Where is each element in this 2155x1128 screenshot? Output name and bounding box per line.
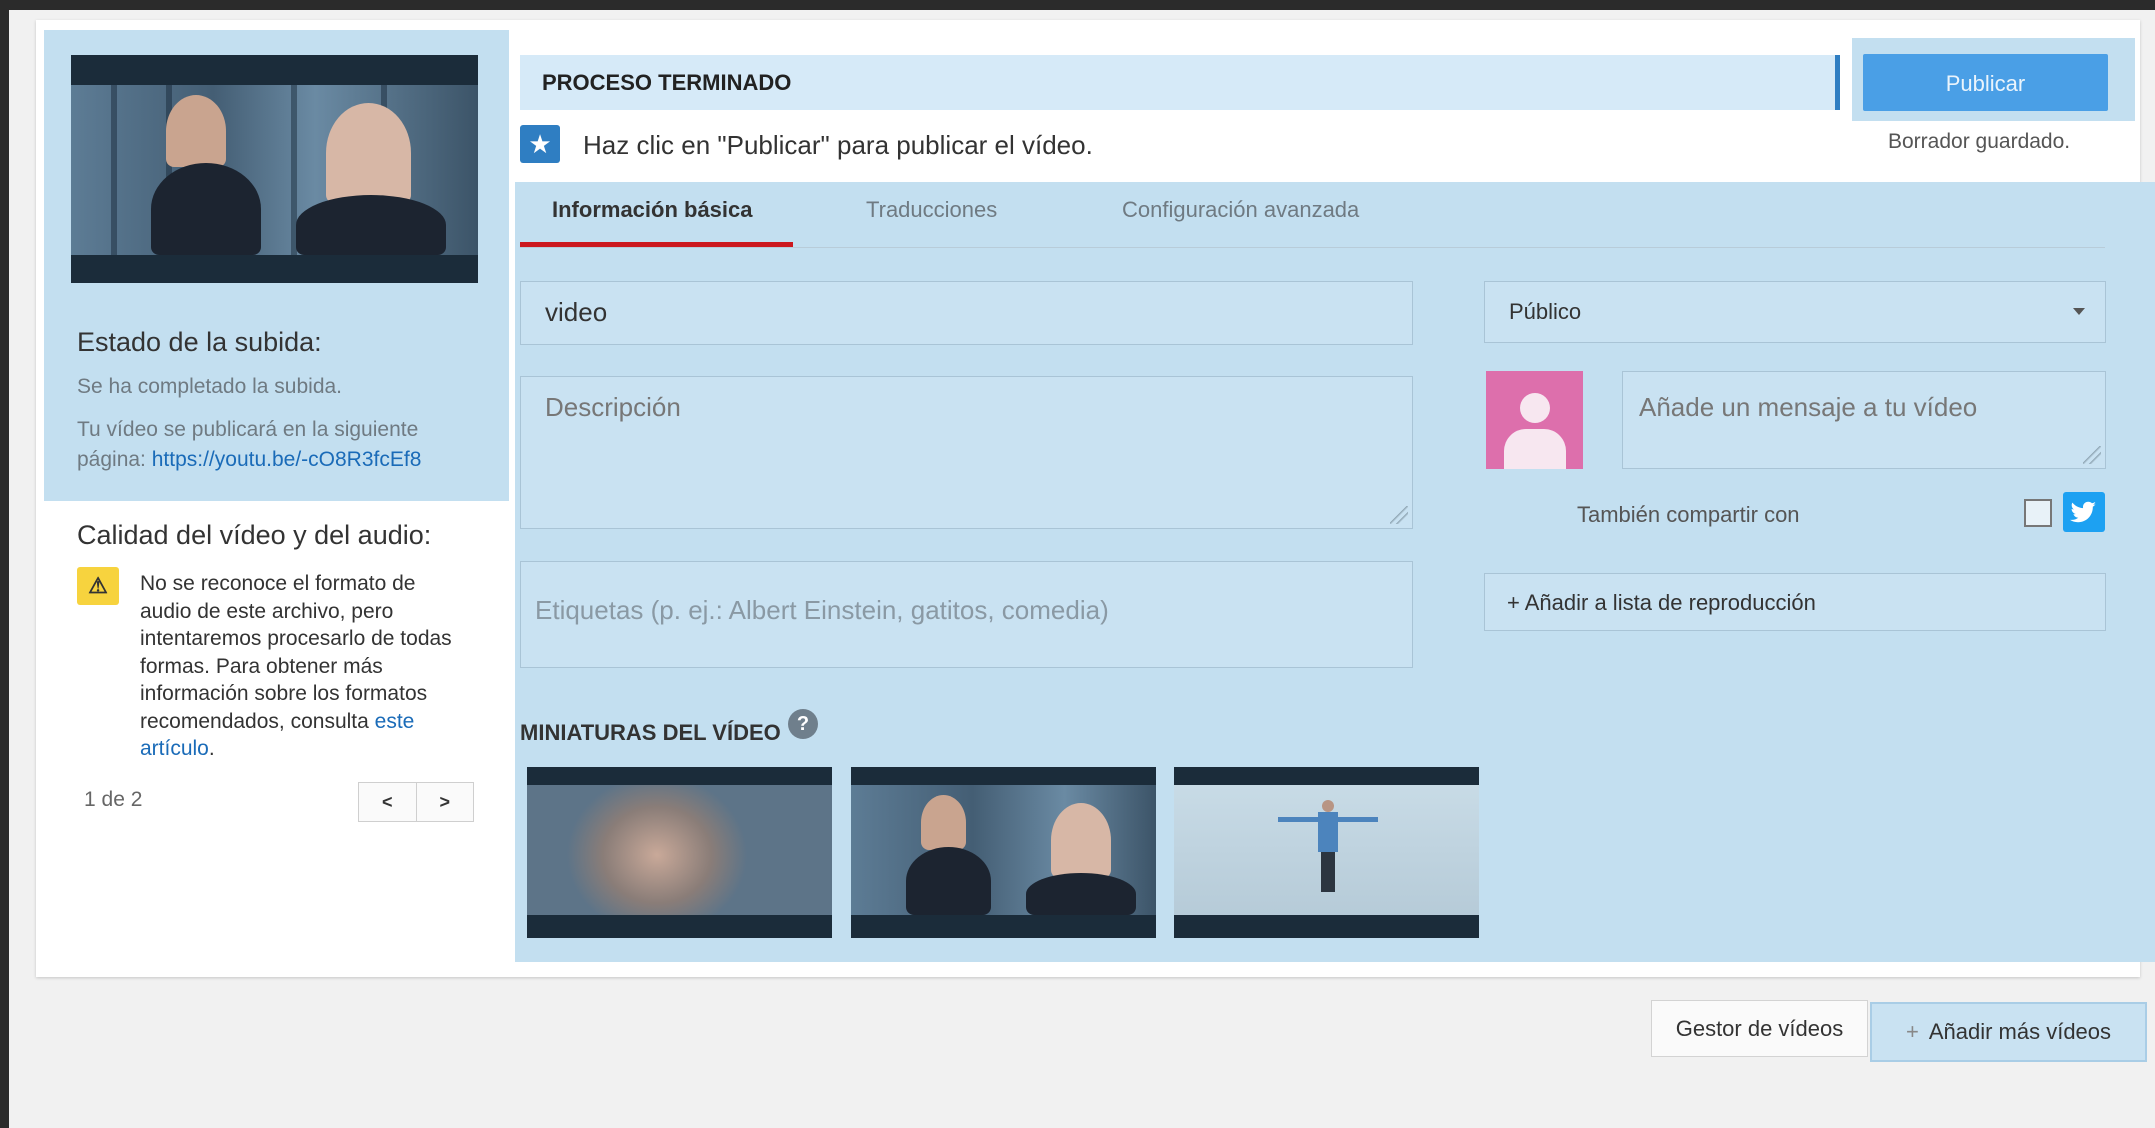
process-status-text: PROCESO TERMINADO bbox=[542, 70, 792, 95]
title-value: video bbox=[545, 297, 608, 327]
description-input[interactable]: Descripción bbox=[520, 376, 1413, 529]
privacy-select[interactable]: Público bbox=[1484, 281, 2106, 343]
tags-placeholder: Etiquetas (p. ej.: Albert Einstein, gati… bbox=[535, 595, 1109, 625]
publish-notice-prefix: página: bbox=[77, 448, 152, 471]
publish-notice-line1: Tu vídeo se publicará en la siguiente bbox=[77, 418, 419, 441]
tab-divider bbox=[520, 247, 2105, 248]
active-tab-indicator bbox=[520, 242, 793, 247]
process-status-bar: PROCESO TERMINADO bbox=[520, 55, 1840, 110]
message-placeholder: Añade un mensaje a tu vídeo bbox=[1639, 392, 1978, 422]
message-input[interactable]: Añade un mensaje a tu vídeo bbox=[1622, 371, 2106, 469]
thumbnail-option-1[interactable] bbox=[527, 767, 832, 938]
pager-count: 1 de 2 bbox=[84, 788, 143, 811]
thumbnail-option-2[interactable] bbox=[851, 767, 1156, 938]
share-twitter-checkbox[interactable] bbox=[2024, 499, 2052, 527]
description-placeholder: Descripción bbox=[545, 392, 681, 422]
avatar-icon bbox=[1486, 371, 1583, 469]
thumbnails-section-label: MINIATURAS DEL VÍDEO bbox=[520, 720, 781, 745]
add-more-videos-button[interactable]: + Añadir más vídeos bbox=[1870, 1002, 2147, 1062]
title-input[interactable]: video bbox=[520, 281, 1413, 345]
publish-hint: Haz clic en "Publicar" para publicar el … bbox=[583, 130, 1093, 160]
publish-notice: Tu vídeo se publicará en la siguiente pá… bbox=[77, 415, 487, 475]
video-preview-thumbnail bbox=[71, 55, 478, 283]
chevron-down-icon bbox=[2073, 308, 2085, 315]
draft-status: Borrador guardado. bbox=[1888, 130, 2071, 153]
resize-grip-icon[interactable] bbox=[1390, 506, 1408, 524]
tags-input[interactable]: Etiquetas (p. ej.: Albert Einstein, gati… bbox=[520, 561, 1413, 668]
video-url-link[interactable]: https://youtu.be/-cO8R3fcEf8 bbox=[152, 448, 422, 471]
privacy-value: Público bbox=[1509, 299, 1582, 324]
video-manager-button[interactable]: Gestor de vídeos bbox=[1651, 1000, 1868, 1057]
playlist-label: + Añadir a lista de reproducción bbox=[1507, 590, 1816, 615]
next-button[interactable]: > bbox=[415, 783, 474, 821]
add-to-playlist-button[interactable]: + Añadir a lista de reproducción bbox=[1484, 573, 2106, 631]
warning-text: No se reconoce el formato de audio de es… bbox=[140, 572, 452, 733]
pager-buttons: < > bbox=[358, 782, 474, 822]
warning-end: . bbox=[208, 737, 215, 760]
help-icon[interactable]: ? bbox=[788, 709, 818, 739]
warning-message: No se reconoce el formato de audio de es… bbox=[140, 570, 470, 763]
window-top-border bbox=[0, 0, 2155, 10]
twitter-icon[interactable] bbox=[2063, 492, 2105, 532]
publish-button[interactable]: Publicar bbox=[1863, 54, 2108, 111]
thumbnail-option-3[interactable] bbox=[1174, 767, 1479, 938]
tab-advanced-settings[interactable]: Configuración avanzada bbox=[1122, 197, 1359, 223]
resize-grip-icon[interactable] bbox=[2083, 446, 2101, 464]
window-left-border bbox=[0, 0, 9, 1128]
tab-basic-info[interactable]: Información básica bbox=[552, 197, 753, 223]
warning-icon: ⚠ bbox=[77, 567, 119, 605]
share-label: También compartir con bbox=[1577, 502, 1800, 527]
star-icon: ★ bbox=[520, 125, 560, 163]
prev-button[interactable]: < bbox=[359, 783, 416, 821]
upload-complete-text: Se ha completado la subida. bbox=[77, 375, 343, 398]
plus-icon: + bbox=[1905, 1019, 1919, 1044]
upload-status-title: Estado de la subida: bbox=[77, 327, 322, 357]
tab-translations[interactable]: Traducciones bbox=[866, 197, 997, 223]
add-more-label: Añadir más vídeos bbox=[1928, 1019, 2112, 1044]
quality-title: Calidad del vídeo y del audio: bbox=[77, 520, 432, 550]
